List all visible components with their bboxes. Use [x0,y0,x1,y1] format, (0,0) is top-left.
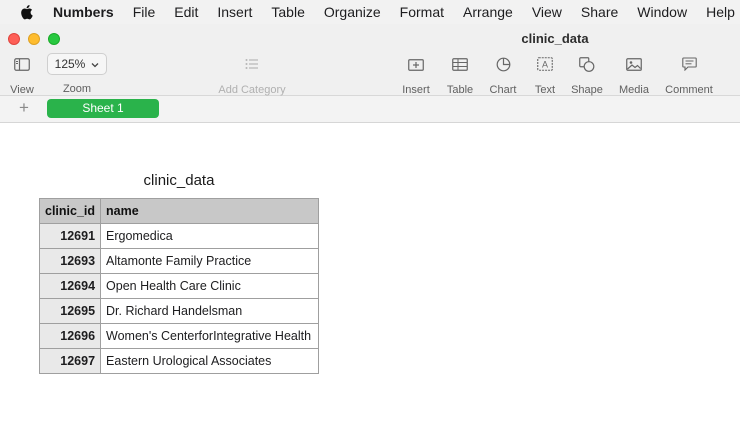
cell-clinic-id[interactable]: 12697 [38,348,102,374]
table-row: 12693 Altamonte Family Practice [38,248,320,274]
cell-name[interactable]: Open Health Care Clinic [100,273,320,299]
header-row: clinic_id name [38,198,320,224]
insert-button[interactable]: Insert [398,54,434,96]
menu-insert[interactable]: Insert [217,4,252,20]
sidebar-icon [8,54,36,74]
document-title: clinic_data [521,31,589,46]
comment-label: Comment [665,84,713,96]
insert-icon [398,54,434,74]
table-row: 12694 Open Health Care Clinic [38,273,320,299]
add-sheet-button[interactable]: + [15,99,33,117]
cell-clinic-id[interactable]: 12695 [38,298,102,324]
comment-icon [662,54,716,74]
menu-window[interactable]: Window [637,4,687,20]
table-row: 12691 Ergomedica [38,223,320,249]
menu-numbers[interactable]: Numbers [53,4,114,20]
shape-button[interactable]: Shape [569,54,605,96]
table-icon [443,54,477,74]
chart-label: Chart [489,84,517,96]
cell-clinic-id[interactable]: 12691 [38,223,102,249]
shape-icon [569,54,605,74]
list-icon [212,54,292,74]
table-row: 12697 Eastern Urological Associates [38,348,320,374]
cell-name[interactable]: Dr. Richard Handelsman [100,298,320,324]
menu-file[interactable]: File [133,4,156,20]
menu-bar: Numbers File Edit Insert Table Organize … [0,0,740,24]
column-header-clinic-id[interactable]: clinic_id [38,198,102,224]
table-label: Table [446,84,474,96]
cell-name[interactable]: Women's CenterforIntegrative Health [100,323,320,349]
zoom-value: 125% [54,57,86,71]
clinic-data-table: clinic_id name 12691 Ergomedica 12693 Al… [38,198,320,374]
insert-label: Insert [402,84,430,96]
toolbar: clinic_data View 125% Zoom Add Category [0,24,740,96]
photo-icon [614,54,654,74]
cell-clinic-id[interactable]: 12694 [38,273,102,299]
chart-button[interactable]: Chart [486,54,520,96]
table-button[interactable]: Table [443,54,477,96]
close-window-button[interactable] [8,33,20,45]
menu-help[interactable]: Help [706,4,735,20]
numbers-window: clinic_data View 125% Zoom Add Category [0,24,740,443]
chevron-down-icon [91,57,99,71]
menu-arrange[interactable]: Arrange [463,4,513,20]
apple-icon[interactable] [19,4,33,21]
menu-format[interactable]: Format [400,4,444,20]
zoom-control[interactable]: 125% Zoom [47,53,107,95]
add-category-label: Add Category [218,84,286,96]
minimize-window-button[interactable] [28,33,40,45]
media-button[interactable]: Media [614,54,654,96]
cell-clinic-id[interactable]: 12696 [38,323,102,349]
column-header-name[interactable]: name [100,198,320,224]
comment-button[interactable]: Comment [662,54,716,96]
cell-name[interactable]: Ergomedica [100,223,320,249]
pie-chart-icon [486,54,520,74]
menu-view[interactable]: View [532,4,562,20]
cell-clinic-id[interactable]: 12693 [38,248,102,274]
cell-name[interactable]: Altamonte Family Practice [100,248,320,274]
cell-name[interactable]: Eastern Urological Associates [100,348,320,374]
sheet-tab-bar: + Sheet 1 [0,96,740,123]
menu-table[interactable]: Table [271,4,304,20]
menu-share[interactable]: Share [581,4,618,20]
table-title[interactable]: clinic_data [40,172,318,189]
zoom-label: Zoom [62,83,92,95]
shape-label: Shape [571,84,603,96]
text-button[interactable]: A Text [530,54,560,96]
fullscreen-window-button[interactable] [48,33,60,45]
table-row: 12696 Women's CenterforIntegrative Healt… [38,323,320,349]
view-button[interactable]: View [8,54,36,96]
media-label: Media [619,84,649,96]
menu-edit[interactable]: Edit [174,4,198,20]
text-box-icon: A [530,54,560,74]
tab-sheet-1[interactable]: Sheet 1 [47,99,159,118]
menu-organize[interactable]: Organize [324,4,381,20]
svg-text:A: A [542,60,548,70]
zoom-select[interactable]: 125% [47,53,107,75]
table-row: 12695 Dr. Richard Handelsman [38,298,320,324]
text-label: Text [534,84,556,96]
view-label: View [10,84,34,96]
add-category-button[interactable]: Add Category [212,54,292,96]
